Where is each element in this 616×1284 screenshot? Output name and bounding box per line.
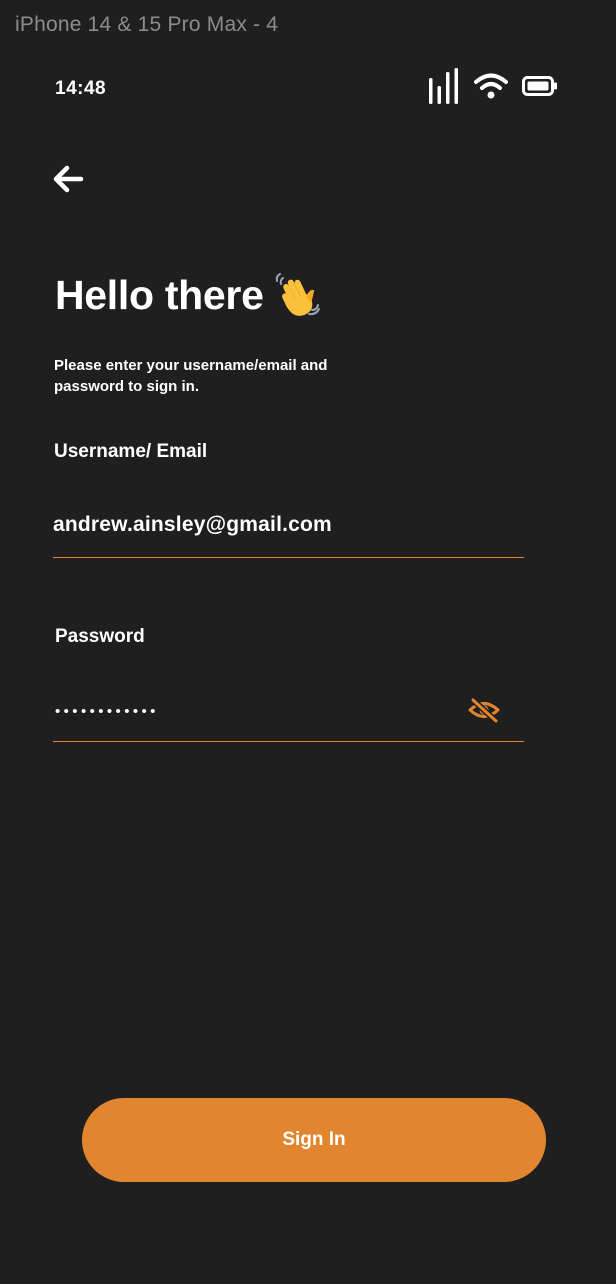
frame-label: iPhone 14 & 15 Pro Max - 4: [15, 13, 279, 36]
status-time: 14:48: [55, 78, 107, 99]
waving-hand-icon: [272, 270, 322, 320]
password-field[interactable]: ••••••••••••: [53, 696, 524, 742]
username-field[interactable]: andrew.ainsley@gmail.com: [53, 513, 524, 558]
password-label: Password: [55, 626, 145, 647]
status-bar: 14:48: [0, 64, 616, 116]
battery-icon: [522, 75, 558, 102]
subtitle: Please enter your username/email and pas…: [54, 357, 328, 395]
username-value: andrew.ainsley@gmail.com: [53, 513, 332, 536]
sign-in-button[interactable]: Sign In: [82, 1098, 546, 1182]
greeting: Hello there: [55, 270, 322, 320]
status-icons: [428, 68, 558, 109]
signal-icon: [428, 68, 460, 109]
back-button[interactable]: [50, 163, 86, 199]
sign-in-label: Sign In: [282, 1129, 346, 1150]
eye-off-icon: [467, 696, 501, 728]
password-visibility-toggle[interactable]: [466, 696, 502, 728]
wifi-icon: [474, 72, 508, 105]
page-title: Hello there: [55, 271, 264, 318]
username-label: Username/ Email: [54, 441, 208, 462]
password-value: ••••••••••••: [55, 703, 159, 720]
arrow-left-icon: [52, 164, 84, 199]
